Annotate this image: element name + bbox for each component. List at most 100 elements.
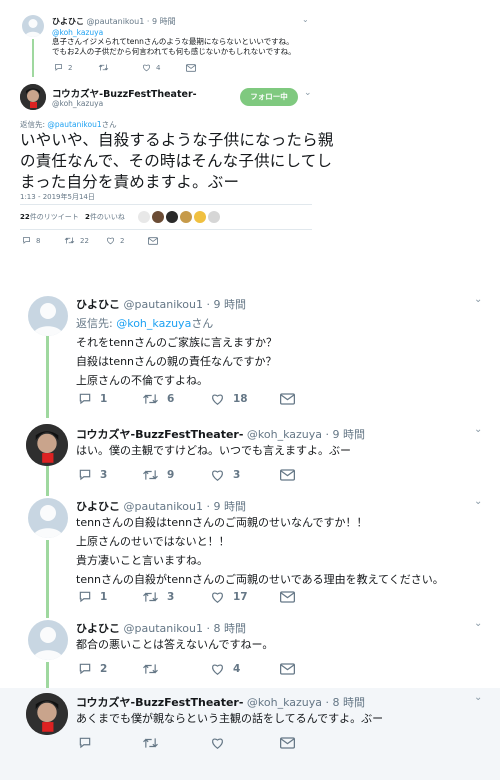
dm-icon — [186, 63, 196, 72]
dm-button[interactable] — [280, 737, 295, 749]
avatar-photo[interactable] — [20, 84, 46, 110]
dm-button[interactable] — [280, 663, 295, 675]
chevron-down-icon[interactable]: ⌄ — [474, 692, 482, 703]
reply-to-handle[interactable]: @pautanikou1 — [47, 120, 101, 129]
like-stat-label: 件のいいね — [89, 213, 125, 221]
avatar-default[interactable] — [28, 296, 68, 336]
main-display-name[interactable]: コウカズヤ-BuzzFestTheater- — [52, 86, 197, 100]
reply-to-label: 返信先: — [76, 317, 113, 330]
engagement-stats: 22件のリツイート 2件のいいね — [20, 212, 125, 222]
retweet-button[interactable] — [98, 63, 142, 72]
reply-button[interactable]: 2 — [78, 662, 142, 676]
tweet-header: コウカズヤ-BuzzFestTheater- @koh_kazuya · 9 時… — [76, 426, 365, 442]
reply-to-handle[interactable]: @koh_kazuya — [52, 28, 103, 37]
avatar-default[interactable] — [28, 498, 68, 538]
like-button[interactable]: 4 — [210, 662, 280, 676]
reply-count: 1 — [100, 393, 108, 405]
retweet-count: 22 — [80, 236, 89, 245]
like-button[interactable]: 2 — [106, 236, 148, 245]
dm-button[interactable] — [186, 63, 196, 72]
reply-count: 2 — [68, 63, 73, 72]
handle[interactable]: @koh_kazuya — [247, 696, 322, 709]
profile-photo-icon — [26, 693, 68, 735]
chevron-down-icon[interactable]: ⌄ — [474, 496, 482, 507]
reply-button[interactable]: 8 — [22, 236, 64, 245]
retweet-button[interactable]: 9 — [142, 468, 210, 482]
liker-avatar[interactable] — [180, 211, 192, 223]
timestamp[interactable]: · 9 時間 — [147, 17, 176, 26]
dm-icon — [280, 737, 295, 749]
display-name[interactable]: ひよひこ — [76, 622, 120, 635]
timestamp[interactable]: · 9 時間 — [206, 298, 246, 311]
retweet-stat[interactable]: 22件のリツイート — [20, 213, 79, 221]
follow-button[interactable]: フォロー中 — [240, 88, 298, 106]
like-button[interactable] — [210, 736, 280, 750]
dm-button[interactable] — [148, 236, 158, 245]
chevron-down-icon[interactable]: ⌄ — [474, 424, 482, 435]
reply-count: 1 — [100, 591, 108, 603]
avatar-photo[interactable] — [26, 424, 68, 466]
chevron-down-icon[interactable]: ⌄ — [474, 294, 482, 305]
reply-button[interactable]: 1 — [78, 392, 142, 406]
reply-icon — [79, 591, 91, 603]
liker-avatar[interactable] — [194, 211, 206, 223]
top-screenshot: ひよひこ @pautanikou1 · 9 時間 @koh_kazuya 息子さ… — [0, 0, 333, 250]
like-button[interactable]: 17 — [210, 590, 280, 604]
chevron-down-icon[interactable]: ⌄ — [474, 618, 482, 629]
liker-avatar[interactable] — [138, 211, 150, 223]
reply-button[interactable]: 2 — [54, 63, 98, 72]
dm-button[interactable] — [280, 469, 295, 481]
handle[interactable]: @pautanikou1 — [124, 298, 203, 311]
avatar-default[interactable] — [28, 620, 68, 660]
retweet-button[interactable] — [142, 662, 210, 676]
reply-button[interactable] — [78, 736, 142, 750]
display-name[interactable]: ひよひこ — [76, 298, 120, 311]
display-name[interactable]: ひよひこ — [52, 17, 84, 26]
retweet-button[interactable]: 22 — [64, 236, 106, 245]
retweet-button[interactable]: 6 — [142, 392, 210, 406]
avatar-default[interactable] — [22, 15, 44, 37]
like-button[interactable]: 4 — [142, 63, 186, 72]
tweet-text: 都合の悪いことは答えないんですねー。 — [76, 635, 273, 654]
display-name[interactable]: コウカズヤ-BuzzFestTheater- — [76, 428, 243, 441]
tweet-line: tennさんの自殺がtennさんのご両親のせいである理由を教えてください。 — [76, 573, 444, 586]
main-timestamp[interactable]: 1:13 - 2019年5月14日 — [20, 192, 95, 202]
reply-button[interactable]: 3 — [78, 468, 142, 482]
tweet-line: いやいや、自殺するような子供になったら親 — [20, 131, 334, 149]
retweet-button[interactable] — [142, 736, 210, 750]
chevron-down-icon[interactable]: ⌄ — [304, 88, 312, 98]
dm-button[interactable] — [280, 591, 295, 603]
handle[interactable]: @pautanikou1 — [124, 500, 203, 513]
thread-line — [46, 336, 49, 418]
like-stat[interactable]: 2件のいいね — [85, 213, 125, 221]
dm-button[interactable] — [280, 393, 295, 405]
retweet-icon — [143, 738, 158, 748]
reply-to-line: 返信先: @pautanikou1さん — [20, 119, 117, 130]
tweet-line: 貴方凄いこと言いますね。 — [76, 554, 208, 567]
handle[interactable]: @pautanikou1 — [124, 622, 203, 635]
reply-icon — [79, 737, 91, 749]
timestamp[interactable]: · 8 時間 — [326, 696, 366, 709]
retweet-count: 3 — [167, 591, 175, 603]
like-button[interactable]: 3 — [210, 468, 280, 482]
tweet-line: の責任なんで、その時はそんな子供にしてし — [20, 152, 333, 170]
retweet-button[interactable]: 3 — [142, 590, 210, 604]
display-name[interactable]: ひよひこ — [76, 500, 120, 513]
avatar-photo[interactable] — [26, 693, 68, 735]
liker-avatar[interactable] — [208, 211, 220, 223]
display-name[interactable]: コウカズヤ-BuzzFestTheater- — [76, 696, 243, 709]
liker-avatar[interactable] — [166, 211, 178, 223]
liker-avatar[interactable] — [152, 211, 164, 223]
chevron-down-icon[interactable]: ⌄ — [302, 15, 309, 24]
timestamp[interactable]: · 9 時間 — [326, 428, 366, 441]
timestamp[interactable]: · 9 時間 — [206, 500, 246, 513]
reply-to-handle[interactable]: @koh_kazuya — [116, 317, 191, 330]
tweet-line: はい。僕の主観ですけどね。いつでも言えますよ。ぶー — [76, 444, 351, 457]
reply-button[interactable]: 1 — [78, 590, 142, 604]
timestamp[interactable]: · 8 時間 — [206, 622, 246, 635]
handle[interactable]: @koh_kazuya — [247, 428, 322, 441]
dm-icon — [280, 663, 295, 675]
handle[interactable]: @pautanikou1 — [87, 17, 145, 26]
like-button[interactable]: 18 — [210, 392, 280, 406]
main-handle[interactable]: @koh_kazuya — [52, 99, 103, 108]
